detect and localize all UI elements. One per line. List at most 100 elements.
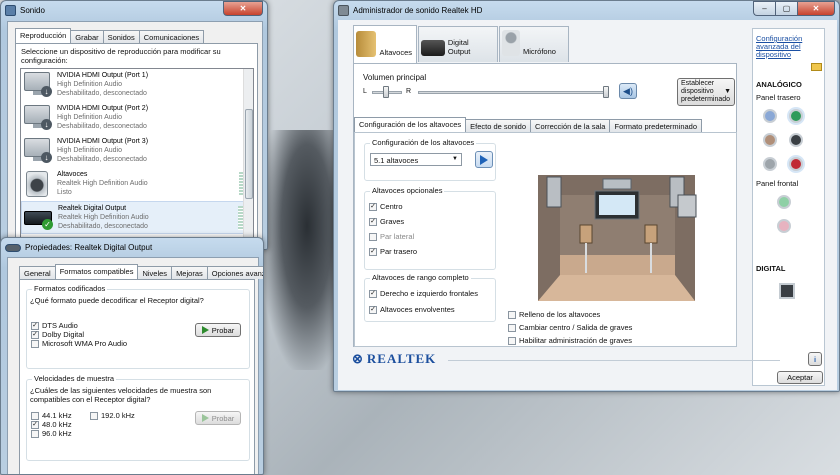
volume-label: Volumen principal xyxy=(363,73,427,82)
device-driver: High Definition Audio xyxy=(57,114,122,121)
tab-niveles[interactable]: Niveles xyxy=(137,266,173,279)
jack-gray[interactable] xyxy=(763,157,777,171)
tab-sound-effect[interactable]: Efecto de sonido xyxy=(465,119,532,132)
tab-reproduccion[interactable]: Reproducción xyxy=(15,28,72,43)
side-pair-checkbox[interactable]: Par lateral xyxy=(369,232,414,241)
test-rate-button[interactable]: Probar xyxy=(195,411,241,425)
list-item[interactable]: ↓ NVIDIA HDMI Output (Port 2) High Defin… xyxy=(21,102,253,135)
spdif-port-icon[interactable] xyxy=(779,283,795,299)
encoded-question: ¿Qué formato puede decodificar el Recept… xyxy=(30,296,204,305)
speaker-fill-checkbox[interactable]: Relleno de los altavoces xyxy=(508,310,600,319)
tab-formatos-compatibles[interactable]: Formatos compatibles xyxy=(54,264,139,279)
checkbox-label: 192.0 kHz xyxy=(101,411,135,420)
tab-speaker-config[interactable]: Configuración de los altavoces xyxy=(354,117,467,132)
group-label: Altavoces opcionales xyxy=(370,186,445,195)
checkbox-mark xyxy=(90,411,98,420)
bass-management-checkbox[interactable]: Habilitar administración de graves xyxy=(508,336,632,345)
checkbox-label: Habilitar administración de graves xyxy=(519,336,632,345)
surround-checkbox[interactable]: ✓ Altavoces envolventes xyxy=(369,305,455,314)
checkbox-mark: ✓ xyxy=(31,321,39,330)
checkbox-label: Dolby Digital xyxy=(42,330,85,339)
format-wma-checkbox[interactable]: Microsoft WMA Pro Audio xyxy=(31,339,127,348)
minimize-button[interactable]: – xyxy=(753,1,775,16)
checkbox-label: 44.1 kHz xyxy=(42,411,72,420)
tab-general[interactable]: General xyxy=(19,266,56,279)
jack-green[interactable] xyxy=(789,109,803,123)
tab-digital-output[interactable]: Digital Output xyxy=(418,26,498,62)
speaker-icon xyxy=(5,243,21,252)
format-dolby-checkbox[interactable]: ✓ Dolby Digital xyxy=(31,330,84,339)
jack-red[interactable] xyxy=(789,157,803,171)
tab-comunicaciones[interactable]: Comunicaciones xyxy=(138,30,205,43)
checkbox-label: Derecho e izquierdo frontales xyxy=(380,289,478,298)
list-item[interactable]: ✓ Realtek Digital Output Realtek High De… xyxy=(21,201,253,234)
checkbox-mark xyxy=(508,310,516,319)
properties-window: Propiedades: Realtek Digital Output Gene… xyxy=(0,237,264,475)
play-test-button[interactable] xyxy=(475,151,493,168)
volume-slider[interactable] xyxy=(418,91,608,94)
swap-center-bass-checkbox[interactable]: Cambiar centro / Salida de graves xyxy=(508,323,632,332)
properties-titlebar[interactable]: Propiedades: Realtek Digital Output xyxy=(1,238,263,257)
set-default-device-button[interactable]: Establecer dispositivo predeterminado ▼ xyxy=(677,78,735,106)
rate-192-checkbox[interactable]: 192.0 kHz xyxy=(90,411,135,420)
optional-speakers-group: Altavoces opcionales ✓ Centro ✓ Graves Par… xyxy=(364,186,496,270)
list-item[interactable]: Altavoces Realtek High Definition Audio … xyxy=(21,168,253,201)
center-checkbox[interactable]: ✓ Centro xyxy=(369,202,403,211)
balance-slider-knob[interactable] xyxy=(383,86,389,98)
rate-44-checkbox[interactable]: 44.1 kHz xyxy=(31,411,72,420)
advanced-settings-link[interactable]: Configuración avanzada del dispositivo xyxy=(756,35,808,59)
checkbox-mark xyxy=(369,232,377,241)
checkbox-label: Cambiar centro / Salida de graves xyxy=(519,323,633,332)
info-button[interactable]: i xyxy=(808,352,822,366)
scrollbar[interactable] xyxy=(243,69,253,247)
jack-blue[interactable] xyxy=(763,109,777,123)
checkbox-label: DTS Audio xyxy=(42,321,78,330)
device-list[interactable]: ↓ NVIDIA HDMI Output (Port 1) High Defin… xyxy=(20,68,254,248)
rate-48-checkbox[interactable]: ✓ 48.0 kHz xyxy=(31,420,72,429)
play-icon xyxy=(201,326,209,334)
tab-grabar[interactable]: Grabar xyxy=(70,30,104,43)
check-icon: ✓ xyxy=(42,219,53,230)
checkbox-mark: ✓ xyxy=(369,289,377,298)
jack-orange[interactable] xyxy=(763,133,777,147)
speaker-config-select[interactable]: 5.1 altavoces ▼ xyxy=(370,153,462,166)
scrollbar-thumb[interactable] xyxy=(245,109,253,199)
format-dts-checkbox[interactable]: ✓ DTS Audio xyxy=(31,321,78,330)
volume-right-label: R xyxy=(406,88,412,95)
digital-heading: DIGITAL xyxy=(756,264,786,273)
tab-default-format[interactable]: Formato predeterminado xyxy=(609,119,703,132)
button-label: Probar xyxy=(211,413,235,423)
realtek-window: Administrador de sonido Realtek HD – ▢ ✕… xyxy=(333,0,840,392)
tab-altavoces[interactable]: Altavoces xyxy=(353,25,417,63)
accept-button[interactable]: Aceptar xyxy=(777,371,823,384)
subwoofer-checkbox[interactable]: ✓ Graves xyxy=(369,217,404,226)
jack-front-green[interactable] xyxy=(777,195,791,209)
checkbox-label: Altavoces envolventes xyxy=(380,305,455,314)
tab-room-correction[interactable]: Corrección de la sala xyxy=(530,119,611,132)
tab-sonidos[interactable]: Sonidos xyxy=(102,30,140,43)
test-button[interactable]: Probar xyxy=(195,323,241,337)
group-label: Formatos codificados xyxy=(32,284,108,293)
jack-front-pink[interactable] xyxy=(777,219,791,233)
button-label: Aceptar xyxy=(787,373,813,382)
tab-opciones-avanzadas[interactable]: Opciones avanzadas xyxy=(206,266,263,279)
close-button[interactable]: ✕ xyxy=(797,1,835,16)
speaker-config-group: Configuración de los altavoces 5.1 altav… xyxy=(364,138,496,181)
tab-mejoras[interactable]: Mejoras xyxy=(171,266,208,279)
jack-black[interactable] xyxy=(789,133,803,147)
close-button[interactable]: ✕ xyxy=(223,1,263,16)
volume-slider-knob[interactable] xyxy=(603,86,609,98)
list-item[interactable]: ↓ NVIDIA HDMI Output (Port 3) High Defin… xyxy=(21,135,253,168)
speaker-room-illustration[interactable] xyxy=(520,155,715,301)
encoded-formats-group: Formatos codificados ¿Qué formato puede … xyxy=(26,284,250,369)
front-lr-checkbox[interactable]: ✓ Derecho e izquierdo frontales xyxy=(369,289,478,298)
maximize-button[interactable]: ▢ xyxy=(775,1,797,16)
tab-microfono[interactable]: Micrófono xyxy=(499,26,569,62)
mute-button[interactable]: ◀) xyxy=(619,83,637,99)
rear-pair-checkbox[interactable]: ✓ Par trasero xyxy=(369,247,417,256)
checkbox-mark xyxy=(508,336,516,345)
rate-96-checkbox[interactable]: 96.0 kHz xyxy=(31,429,72,438)
list-item[interactable]: ↓ NVIDIA HDMI Output (Port 1) High Defin… xyxy=(21,69,253,102)
speakers-icon xyxy=(356,31,377,57)
info-icon: i xyxy=(813,354,817,364)
